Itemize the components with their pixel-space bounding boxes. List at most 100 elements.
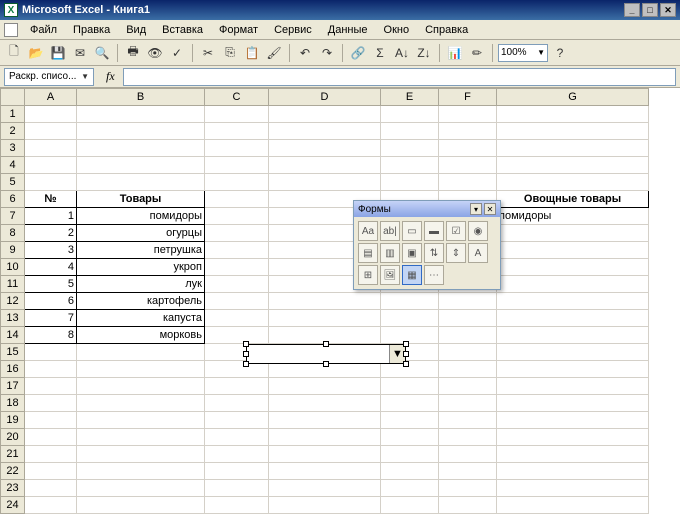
column-header-D[interactable]: D xyxy=(269,89,381,106)
cell-G8[interactable] xyxy=(497,225,649,242)
cell-D3[interactable] xyxy=(269,140,381,157)
cell-A6[interactable]: № xyxy=(25,191,77,208)
cell-E23[interactable] xyxy=(381,480,439,497)
forms-tool-list[interactable]: ▤ xyxy=(358,243,378,263)
close-button[interactable]: ✕ xyxy=(660,3,676,17)
resize-handle[interactable] xyxy=(323,361,329,367)
cell-E22[interactable] xyxy=(381,463,439,480)
cell-C10[interactable] xyxy=(205,259,269,276)
menu-file[interactable]: Файл xyxy=(22,22,65,38)
cut-button[interactable]: ✂ xyxy=(198,43,218,63)
column-header-C[interactable]: C xyxy=(205,89,269,106)
row-header-18[interactable]: 18 xyxy=(1,395,25,412)
drawing-button[interactable]: ✏ xyxy=(467,43,487,63)
forms-tool-button[interactable]: ▬ xyxy=(424,221,444,241)
cell-B3[interactable] xyxy=(77,140,205,157)
forms-tool-spinner[interactable]: ⇕ xyxy=(446,243,466,263)
cell-A24[interactable] xyxy=(25,497,77,514)
cell-E5[interactable] xyxy=(381,174,439,191)
cell-G6[interactable]: Овощные товары xyxy=(497,191,649,208)
chart-button[interactable]: 📊 xyxy=(445,43,465,63)
cell-B14[interactable]: морковь xyxy=(77,327,205,344)
cell-E21[interactable] xyxy=(381,446,439,463)
hyperlink-button[interactable]: 🔗 xyxy=(348,43,368,63)
cell-C5[interactable] xyxy=(205,174,269,191)
forms-tool-image[interactable]: 🖼 xyxy=(380,265,400,285)
cell-A23[interactable] xyxy=(25,480,77,497)
resize-handle[interactable] xyxy=(403,341,409,347)
cell-D13[interactable] xyxy=(269,310,381,327)
cell-B18[interactable] xyxy=(77,395,205,412)
cell-A15[interactable] xyxy=(25,344,77,361)
paste-button[interactable]: 📋 xyxy=(242,43,262,63)
cell-C12[interactable] xyxy=(205,293,269,310)
forms-tool-group[interactable]: ▭ xyxy=(402,221,422,241)
forms-tool-Aa[interactable]: Aa xyxy=(358,221,378,241)
cell-G10[interactable] xyxy=(497,259,649,276)
cell-F3[interactable] xyxy=(439,140,497,157)
cell-D2[interactable] xyxy=(269,123,381,140)
cell-C9[interactable] xyxy=(205,242,269,259)
cell-C20[interactable] xyxy=(205,429,269,446)
forms-tool-combo[interactable]: ▥ xyxy=(380,243,400,263)
cell-B23[interactable] xyxy=(77,480,205,497)
resize-handle[interactable] xyxy=(243,361,249,367)
row-header-11[interactable]: 11 xyxy=(1,276,25,293)
menu-window[interactable]: Окно xyxy=(376,22,418,38)
row-header-14[interactable]: 14 xyxy=(1,327,25,344)
cell-G15[interactable] xyxy=(497,344,649,361)
forms-toolbar-dropdown[interactable]: ▾ xyxy=(470,203,482,215)
cell-D5[interactable] xyxy=(269,174,381,191)
copy-button[interactable]: ⎘ xyxy=(220,43,240,63)
sort-desc-button[interactable]: Z↓ xyxy=(414,43,434,63)
cell-A18[interactable] xyxy=(25,395,77,412)
cell-E20[interactable] xyxy=(381,429,439,446)
cell-C14[interactable] xyxy=(205,327,269,344)
cell-G4[interactable] xyxy=(497,157,649,174)
forms-tool-checkbox[interactable]: ☑ xyxy=(446,221,466,241)
forms-tool-scroll[interactable]: ⇅ xyxy=(424,243,444,263)
cell-C8[interactable] xyxy=(205,225,269,242)
name-box[interactable]: Раскр. списо... ▼ xyxy=(4,68,94,86)
column-header-F[interactable]: F xyxy=(439,89,497,106)
cell-G16[interactable] xyxy=(497,361,649,378)
cell-E2[interactable] xyxy=(381,123,439,140)
cell-A4[interactable] xyxy=(25,157,77,174)
cell-B19[interactable] xyxy=(77,412,205,429)
column-header-G[interactable]: G xyxy=(497,89,649,106)
cell-G12[interactable] xyxy=(497,293,649,310)
cell-F22[interactable] xyxy=(439,463,497,480)
row-header-24[interactable]: 24 xyxy=(1,497,25,514)
row-header-9[interactable]: 9 xyxy=(1,242,25,259)
cell-A17[interactable] xyxy=(25,378,77,395)
cell-D19[interactable] xyxy=(269,412,381,429)
cell-C21[interactable] xyxy=(205,446,269,463)
cell-E24[interactable] xyxy=(381,497,439,514)
cell-B22[interactable] xyxy=(77,463,205,480)
cell-F12[interactable] xyxy=(439,293,497,310)
row-header-6[interactable]: 6 xyxy=(1,191,25,208)
cell-A19[interactable] xyxy=(25,412,77,429)
cell-A7[interactable]: 1 xyxy=(25,208,77,225)
cell-B16[interactable] xyxy=(77,361,205,378)
forms-tool-frame[interactable]: ▣ xyxy=(402,243,422,263)
forms-toolbar-titlebar[interactable]: Формы ▾ ✕ xyxy=(354,201,500,217)
row-header-21[interactable]: 21 xyxy=(1,446,25,463)
help-button[interactable]: ? xyxy=(550,43,570,63)
cell-F20[interactable] xyxy=(439,429,497,446)
cell-G20[interactable] xyxy=(497,429,649,446)
preview-button[interactable]: 👁 xyxy=(145,43,165,63)
cell-G19[interactable] xyxy=(497,412,649,429)
cell-G21[interactable] xyxy=(497,446,649,463)
cell-A20[interactable] xyxy=(25,429,77,446)
cell-E14[interactable] xyxy=(381,327,439,344)
cell-A10[interactable]: 4 xyxy=(25,259,77,276)
resize-handle[interactable] xyxy=(403,351,409,357)
cell-A3[interactable] xyxy=(25,140,77,157)
cell-C18[interactable] xyxy=(205,395,269,412)
format-painter-button[interactable]: 🖌 xyxy=(264,43,284,63)
cell-B10[interactable]: укроп xyxy=(77,259,205,276)
cell-D20[interactable] xyxy=(269,429,381,446)
cell-F19[interactable] xyxy=(439,412,497,429)
row-header-4[interactable]: 4 xyxy=(1,157,25,174)
